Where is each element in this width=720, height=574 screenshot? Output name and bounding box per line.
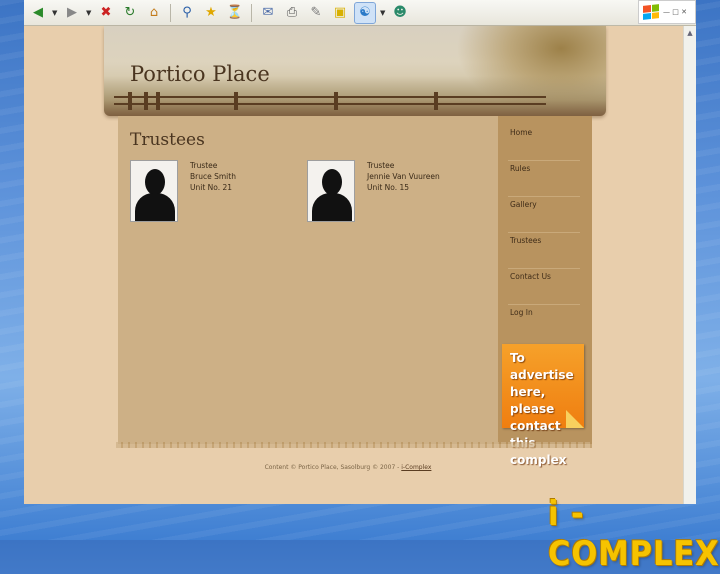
mail-icon[interactable]: ✉ [258,3,278,23]
page-curl-icon [566,410,584,428]
research-dropdown-icon[interactable]: ▼ [380,9,386,17]
home-icon[interactable]: ⌂ [144,3,164,23]
trustee-role: Trustee [367,161,395,170]
discuss-icon[interactable]: ▣ [330,3,350,23]
footer-link[interactable]: i-Complex [401,464,431,471]
history-icon[interactable]: ⏳ [225,3,245,23]
site-title: Portico Place [130,62,270,86]
main-content: Trustees Trustee Bruce Smith Unit No. 21… [118,116,498,444]
nav-item-trustees[interactable]: Trustees [510,236,574,262]
scroll-up-icon[interactable]: ▲ [685,28,695,38]
brand-logo: i - COMPLEX [548,494,720,574]
research-icon[interactable]: ☯ [354,1,376,24]
back-dropdown-icon[interactable]: ▼ [52,9,58,17]
nav-item-login[interactable]: Log In [510,308,574,334]
nav-item-rules[interactable]: Rules [510,164,574,190]
trustee-name: Bruce Smith [190,172,236,181]
trustee-card: Trustee Bruce Smith Unit No. 21 [130,160,236,222]
nav-item-gallery[interactable]: Gallery [510,200,574,226]
toolbar-separator [170,3,171,22]
nav-divider [508,160,580,161]
refresh-icon[interactable]: ↻ [120,3,140,23]
webpage: Portico Place Trustees Trustee Bruce Smi… [104,26,606,467]
footer-text: Content © Portico Place, Sasolburg © 200… [264,464,400,471]
windows-logo-icon [643,4,659,20]
avatar [130,160,178,222]
edit-icon[interactable]: ✎ [306,3,326,23]
fence-decoration [104,92,606,110]
window-controls-icon[interactable]: — □ ✕ [663,8,687,16]
print-icon[interactable]: ⎙ [282,3,302,23]
nav-divider [508,232,580,233]
browser-viewport: ▲ Portico Place Trustees Trustee Bruce S… [24,26,696,504]
avatar [307,160,355,222]
nav-divider [508,196,580,197]
site-banner: Portico Place [104,26,606,116]
sidebar-nav: Home Rules Gallery Trustees Contact Us L… [498,116,592,467]
page-footer: Content © Portico Place, Sasolburg © 200… [104,464,592,471]
browser-toolbar: ◀ ▼ ▶ ▼ ✖ ↻ ⌂ ⚲ ★ ⏳ ✉ ⎙ ✎ ▣ ☯ ▼ ☻ [24,0,696,26]
trustee-unit: Unit No. 21 [190,183,233,192]
nav-divider [508,304,580,305]
back-icon[interactable]: ◀ [28,3,48,23]
trustee-unit: Unit No. 15 [367,183,410,192]
nav-item-contact[interactable]: Contact Us [510,272,574,298]
forward-dropdown-icon[interactable]: ▼ [86,9,92,17]
windows-logo-panel: — □ ✕ [638,0,696,24]
trustee-card: Trustee Jennie Van Vuureen Unit No. 15 [307,160,440,222]
advertise-banner[interactable]: To advertise here, please contact this c… [502,344,584,467]
page-title: Trustees [130,130,205,150]
torn-edge-decoration [116,442,592,448]
vertical-scrollbar[interactable]: ▲ [683,26,696,504]
trustee-name: Jennie Van Vuureen [367,172,440,181]
messenger-icon[interactable]: ☻ [390,3,410,23]
forward-icon[interactable]: ▶ [62,3,82,23]
favorites-icon[interactable]: ★ [201,3,221,23]
trustee-info: Trustee Bruce Smith Unit No. 21 [190,160,236,222]
toolbar-separator [251,3,252,22]
stop-icon[interactable]: ✖ [96,3,116,23]
nav-item-home[interactable]: Home [510,128,574,154]
trustee-role: Trustee [190,161,218,170]
search-icon[interactable]: ⚲ [177,3,197,23]
trustee-info: Trustee Jennie Van Vuureen Unit No. 15 [367,160,440,222]
nav-divider [508,268,580,269]
